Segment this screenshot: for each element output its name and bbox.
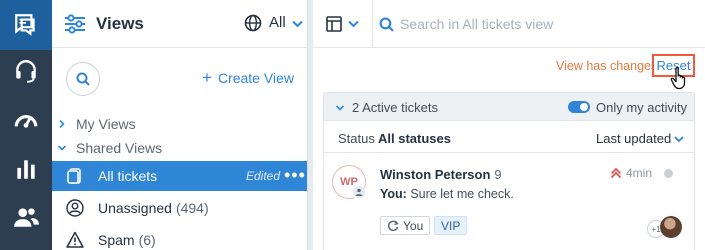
- refresh-icon: [387, 220, 399, 231]
- view-item-count: (494): [175, 200, 209, 216]
- chevron-down-icon: [336, 105, 344, 111]
- gauge-icon: [14, 115, 38, 128]
- view-item-spam[interactable]: Spam (6): [52, 225, 308, 250]
- search-icon: [76, 72, 90, 86]
- view-item-label-wrap: Unassigned (494): [98, 200, 209, 216]
- globe-icon[interactable]: [244, 14, 262, 32]
- agent-avatar: [660, 216, 682, 238]
- chevron-down-icon: [348, 20, 359, 28]
- chevron-right-icon: [59, 120, 65, 128]
- layout-icon: [326, 16, 342, 32]
- users-icon: [14, 208, 39, 227]
- view-item-label: All tickets: [98, 168, 158, 184]
- ticket-number: 9: [494, 167, 502, 182]
- user-circle-icon: [66, 199, 84, 217]
- vip-tag[interactable]: VIP: [434, 216, 468, 235]
- chevron-down-icon: [58, 145, 66, 151]
- main-toolbar: [313, 0, 705, 48]
- ticket-requester: Winston Peterson 9: [380, 167, 502, 182]
- ticket-last-message: You: Sure let me check.: [380, 187, 514, 201]
- views-panel: Views All + Create View My Views Shared …: [52, 0, 308, 250]
- status-filter-label: Status: [338, 131, 375, 146]
- chevron-down-icon[interactable]: [674, 136, 684, 143]
- rail-tickets[interactable]: [0, 0, 52, 50]
- group-my-views[interactable]: My Views: [52, 113, 308, 135]
- view-changes-text: View has changes.: [556, 59, 661, 73]
- only-my-activity-label: Only my activity: [596, 100, 688, 115]
- active-tickets-count: 2 Active tickets: [352, 100, 438, 115]
- rail-analytics[interactable]: [0, 144, 52, 194]
- plus-icon: +: [202, 68, 212, 87]
- message-author: You:: [380, 187, 407, 201]
- group-label: Shared Views: [76, 140, 163, 156]
- ticket-icon: [67, 168, 81, 184]
- group-label: My Views: [76, 116, 136, 132]
- priority-high-icon: [610, 167, 622, 179]
- scope-select[interactable]: All: [269, 14, 286, 31]
- view-item-count: (6): [138, 232, 156, 248]
- search-icon: [379, 17, 394, 32]
- chevron-down-icon[interactable]: [292, 20, 303, 28]
- ticket-updated-time: 4min: [626, 166, 653, 180]
- status-dot: [664, 169, 673, 178]
- headset-icon: [16, 60, 36, 83]
- filter-sliders-icon[interactable]: [64, 14, 86, 34]
- views-title: Views: [96, 14, 144, 33]
- layout-toggle-button[interactable]: [313, 0, 373, 48]
- ticket-search-input[interactable]: [400, 16, 690, 32]
- views-header: Views All: [52, 0, 308, 48]
- assignee-chip[interactable]: You: [380, 216, 431, 235]
- view-item-label-wrap: Spam (6): [98, 232, 156, 248]
- rail-contacts[interactable]: [0, 192, 52, 242]
- create-view-label: Create View: [217, 70, 294, 86]
- view-changes-bar: View has changes. Reset: [313, 48, 705, 90]
- chat-icon: [15, 14, 35, 36]
- tickets-section-header[interactable]: 2 Active tickets Only my activity: [324, 93, 694, 121]
- create-view-button[interactable]: + Create View: [202, 68, 294, 87]
- view-item-label: Spam: [98, 232, 135, 248]
- app-nav-rail: [0, 0, 52, 250]
- rail-support[interactable]: [0, 46, 52, 96]
- view-item-label: Unassigned: [98, 200, 172, 216]
- view-item-unassigned[interactable]: Unassigned (494): [52, 193, 308, 223]
- ticket-row[interactable]: WP Winston Peterson 9 You: Sure let me ch…: [324, 153, 694, 250]
- sort-select[interactable]: Last updated: [596, 131, 671, 146]
- ticket-filter-row: Status All statuses Last updated: [324, 121, 694, 153]
- status-filter-select[interactable]: All statuses: [378, 131, 451, 146]
- assignee-label: You: [403, 218, 424, 233]
- views-search-button[interactable]: [66, 62, 100, 96]
- group-shared-views[interactable]: Shared Views: [52, 137, 308, 159]
- hand-cursor-icon: [670, 66, 686, 90]
- active-tickets-section: 2 Active tickets Only my activity Status…: [323, 92, 695, 250]
- more-options-icon[interactable]: •••: [284, 165, 306, 186]
- edited-badge: Edited: [246, 169, 281, 183]
- only-my-activity-toggle[interactable]: [568, 101, 590, 113]
- ticket-search[interactable]: [379, 14, 699, 34]
- bar-chart-icon: [17, 160, 35, 179]
- rail-dashboard[interactable]: [0, 96, 52, 146]
- contact-type-icon: [352, 185, 366, 199]
- main-panel: View has changes. Reset 2 Active tickets…: [313, 0, 705, 250]
- view-item-all-tickets[interactable]: All tickets Edited •••: [52, 161, 308, 191]
- warning-icon: [66, 231, 84, 248]
- message-text: Sure let me check.: [410, 187, 514, 201]
- requester-name: Winston Peterson: [380, 167, 491, 182]
